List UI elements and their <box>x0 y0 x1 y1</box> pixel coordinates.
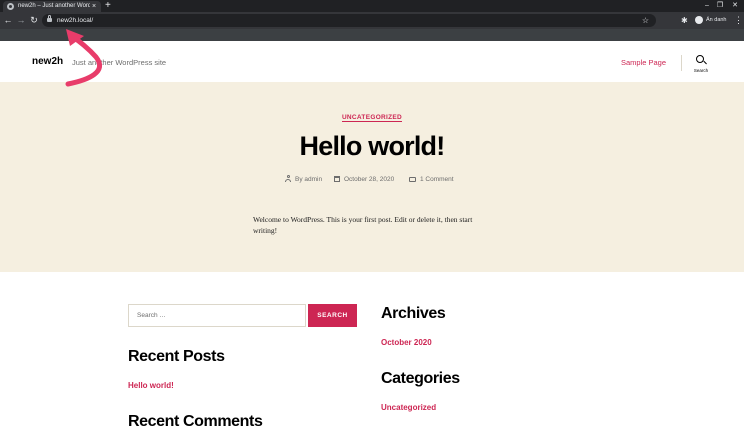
site-description: Just another WordPress site <box>72 58 167 67</box>
post-date[interactable]: October 28, 2020 <box>334 174 394 186</box>
url-text[interactable]: new2h.local/ <box>57 14 93 27</box>
post-area: UNCATEGORIZED Hello world! By admin Octo… <box>0 82 744 272</box>
search-submit-button[interactable]: SEARCH <box>308 304 357 327</box>
incognito-avatar-icon <box>695 16 703 24</box>
site-title-link[interactable]: new2h <box>32 55 63 69</box>
browser-tab-bar: new2h – Just another WordPress site × + … <box>0 0 744 12</box>
browser-bookmark-strip <box>0 29 744 41</box>
header-divider <box>681 55 682 71</box>
post-comments[interactable]: 1 Comment <box>409 174 454 186</box>
category-link[interactable]: UNCATEGORIZED <box>341 114 403 122</box>
recent-comments-heading: Recent Comments <box>128 413 263 430</box>
recent-post-link[interactable]: Hello world! <box>128 380 174 391</box>
archives-heading: Archives <box>381 305 446 322</box>
address-bar[interactable]: new2h.local/ ☆ <box>42 14 656 27</box>
browser-toolbar: ← → ↻ new2h.local/ ☆ ✱ Ẩn danh ⋮ <box>0 12 744 29</box>
post-comments-label: 1 Comment <box>420 176 454 183</box>
post-meta: By admin October 28, 2020 1 Comment <box>0 174 744 186</box>
back-button[interactable]: ← <box>3 14 13 27</box>
post-author-label: By admin <box>295 176 323 183</box>
search-toggle-label: Search <box>693 68 709 73</box>
tab-close-icon[interactable]: × <box>92 2 96 11</box>
category-link-uncategorized[interactable]: Uncategorized <box>381 402 436 413</box>
browser-tab[interactable]: new2h – Just another WordPress site × <box>3 1 101 12</box>
post-author[interactable]: By admin <box>285 174 322 186</box>
new-tab-button[interactable]: + <box>105 0 111 12</box>
recent-posts-heading: Recent Posts <box>128 348 225 365</box>
post-date-label: October 28, 2020 <box>344 176 395 183</box>
site-header: new2h Just another WordPress site Sample… <box>0 41 744 82</box>
search-field[interactable] <box>128 304 306 327</box>
post-content: Welcome to WordPress. This is your first… <box>253 215 473 235</box>
post-category: UNCATEGORIZED <box>0 113 744 122</box>
bookmark-star-icon[interactable]: ☆ <box>642 14 649 27</box>
calendar-icon <box>334 176 340 183</box>
comment-icon <box>409 176 416 182</box>
browser-menu-icon[interactable]: ⋮ <box>734 14 743 27</box>
footer-widgets: SEARCH Recent Posts Hello world! Recent … <box>0 272 744 433</box>
minimize-button[interactable]: – <box>700 0 714 12</box>
extensions-icon[interactable]: ✱ <box>681 14 688 27</box>
post-title[interactable]: Hello world! <box>0 129 744 163</box>
forward-button[interactable]: → <box>16 14 26 27</box>
tab-title: new2h – Just another WordPress site <box>18 3 90 9</box>
wordpress-favicon-icon <box>7 3 14 10</box>
nav-link-sample-page[interactable]: Sample Page <box>621 57 666 68</box>
lock-icon[interactable] <box>47 15 52 22</box>
search-toggle-button[interactable]: Search <box>690 54 712 76</box>
search-icon <box>696 55 704 63</box>
user-icon <box>285 175 291 182</box>
reload-button[interactable]: ↻ <box>29 14 39 27</box>
maximize-button[interactable]: ❐ <box>713 0 727 12</box>
archive-link[interactable]: October 2020 <box>381 337 432 348</box>
search-input[interactable] <box>129 305 305 326</box>
close-window-button[interactable]: ✕ <box>728 0 742 12</box>
profile-label: Ẩn danh <box>706 17 727 23</box>
categories-heading: Categories <box>381 370 460 387</box>
